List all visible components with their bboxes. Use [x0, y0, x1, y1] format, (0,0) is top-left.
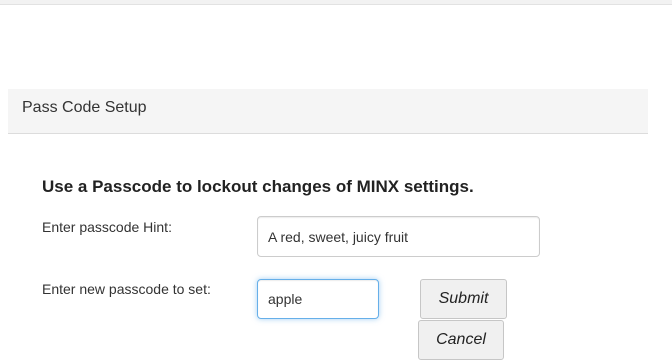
new-passcode-input[interactable] — [257, 279, 379, 319]
panel-header: Pass Code Setup — [8, 89, 648, 134]
submit-button[interactable]: Submit — [420, 279, 507, 319]
cancel-button[interactable]: Cancel — [418, 320, 504, 360]
hint-label: Enter passcode Hint: — [42, 219, 172, 235]
top-divider — [0, 0, 672, 5]
panel-title: Pass Code Setup — [22, 99, 147, 116]
form-heading: Use a Passcode to lockout changes of MIN… — [42, 177, 474, 196]
passcode-hint-input[interactable] — [257, 216, 540, 257]
passcode-setup-page: Pass Code Setup Use a Passcode to lockou… — [0, 0, 672, 360]
new-passcode-label: Enter new passcode to set: — [42, 281, 211, 297]
